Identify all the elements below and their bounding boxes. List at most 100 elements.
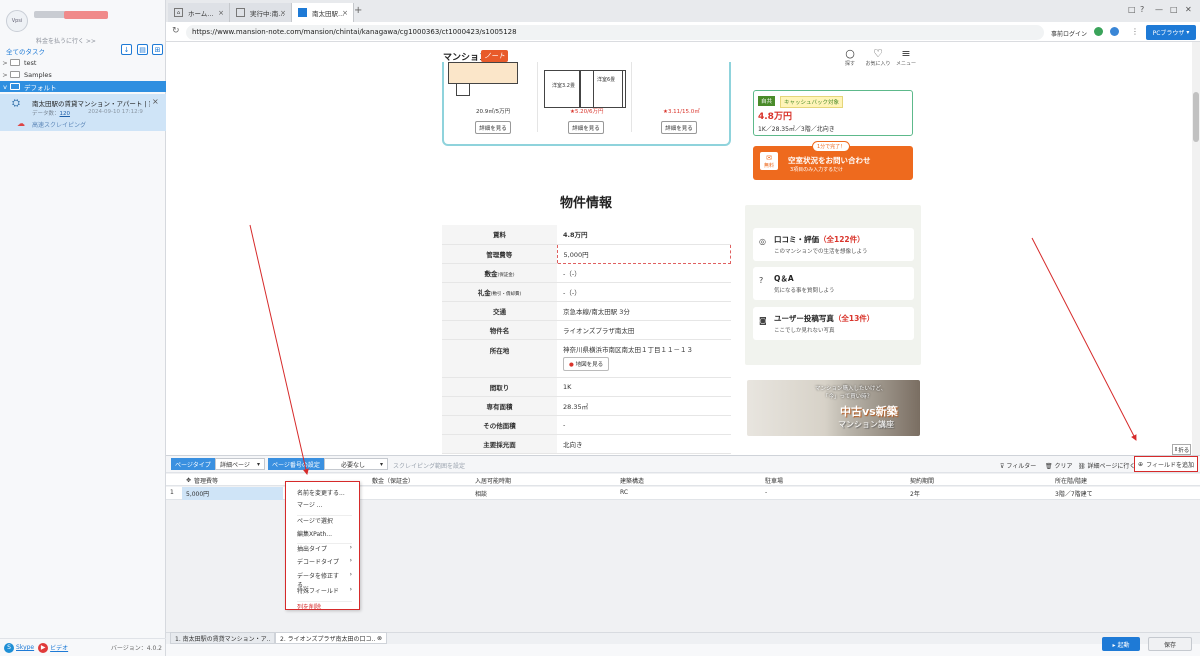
context-menu-item[interactable]: 編集XPath...	[297, 529, 352, 538]
tab-home[interactable]: ⌂ ホーム... ×	[168, 3, 230, 22]
save-button[interactable]: 保存	[1148, 637, 1192, 651]
grid-cell[interactable]: 2年	[910, 489, 920, 498]
status-bar	[166, 644, 1200, 656]
account-redacted	[64, 11, 108, 19]
scroll-thumb[interactable]	[1193, 92, 1199, 142]
info-icon[interactable]	[1110, 27, 1119, 36]
close-icon[interactable]: ×	[342, 9, 348, 17]
video-icon[interactable]: ▶	[38, 642, 49, 653]
run-button[interactable]: ▸ 起動	[1102, 637, 1140, 651]
move-icon: ✥	[186, 476, 192, 484]
pin-icon: ●	[569, 361, 574, 368]
column-header[interactable]: 駐車場	[765, 474, 783, 486]
skype-link[interactable]: Skype	[16, 644, 34, 651]
context-menu-item[interactable]: デコードタイプ ›	[297, 557, 352, 566]
pc-browser-button[interactable]: PCブラウザ ▾	[1146, 25, 1196, 40]
page-number-select[interactable]: 必要なし ▾	[324, 458, 388, 470]
context-menu-item[interactable]: 抽出タイプ ›	[297, 543, 352, 553]
folder-default[interactable]: v デフォルト	[0, 81, 166, 92]
plan-detail-button[interactable]: 詳細を見る	[661, 121, 697, 134]
fold-button[interactable]: ⇕ 折る	[1172, 444, 1191, 455]
grid-cell[interactable]: 3階／7階建て	[1055, 489, 1093, 498]
reviews-sub: このマンションでの生活を想像しよう	[774, 249, 868, 255]
context-menu-item[interactable]: マージ ...	[297, 500, 352, 509]
help-icon[interactable]: ?	[1140, 5, 1144, 14]
table-row: 主要採光面 北向き	[442, 434, 731, 454]
tab-active-page[interactable]: 南太田駅... ×	[292, 3, 354, 22]
page-icon	[298, 8, 307, 17]
column-header[interactable]: 敷金（保証金）	[372, 474, 414, 486]
link-icon: ⛓	[1078, 463, 1086, 470]
chevron-right-icon: ›	[349, 557, 352, 564]
minimize-icon[interactable]: —	[1155, 5, 1163, 14]
video-link[interactable]: ビデオ	[50, 643, 68, 652]
close-icon: ⊗	[376, 634, 382, 642]
column-header[interactable]: ✥ 管理費等	[186, 474, 218, 486]
menu-nav[interactable]: ≡ メニュー	[891, 47, 921, 67]
window-menu-icon[interactable]: □	[1128, 5, 1136, 14]
plan-detail-button[interactable]: 詳細を見る	[475, 121, 511, 134]
pricing-link[interactable]: 料金を払うに行く >>	[36, 36, 96, 45]
user-avatar[interactable]: Vpsi	[6, 10, 28, 32]
bottom-tab-1[interactable]: 1. 南太田駅の賃貸マンション・ア...	[170, 632, 275, 644]
camera-icon: ◙	[759, 316, 767, 325]
column-header[interactable]: 建築構造	[620, 474, 644, 486]
new-task-icon[interactable]: ▤	[137, 44, 148, 55]
close-icon[interactable]: ×	[280, 9, 286, 17]
extension-icon[interactable]	[1094, 27, 1103, 36]
tab-running[interactable]: 実行中:南... ×	[230, 3, 292, 22]
grid-cell[interactable]: 相談	[475, 489, 487, 498]
folder-icon	[10, 71, 20, 78]
page-type-select[interactable]: 詳細ページ ▾	[215, 458, 265, 470]
close-icon[interactable]: ×	[152, 97, 159, 106]
add-field-button[interactable]: ⊕ フィールドを追加	[1134, 456, 1198, 472]
task-cloud-label[interactable]: 高速スクレイピング	[32, 120, 86, 129]
search-nav[interactable]: ○ 探す	[835, 47, 865, 67]
row-index: 1	[170, 489, 174, 496]
folder-icon	[10, 59, 20, 66]
close-icon[interactable]: ×	[218, 9, 224, 17]
skype-icon[interactable]: S	[4, 642, 14, 653]
column-header[interactable]: 所在階/階建	[1055, 474, 1087, 486]
all-tasks-label[interactable]: 全てのタスク	[6, 46, 45, 56]
context-menu-item[interactable]: 列を削除	[297, 601, 352, 611]
column-header[interactable]: 契約期間	[910, 474, 934, 486]
pre-login-button[interactable]: 事前ログイン	[1051, 29, 1087, 38]
column-header[interactable]: 入居可能時期	[475, 474, 511, 486]
grid-cell-selected[interactable]: 5,000円	[182, 487, 283, 500]
filter-button[interactable]: ⊽ フィルター	[1000, 461, 1036, 470]
photos-sub: ここでしか見れない写真	[774, 328, 835, 334]
close-window-icon[interactable]: ✕	[1185, 5, 1192, 14]
clear-button[interactable]: 🗑 クリア	[1045, 461, 1073, 470]
folder-samples[interactable]: > Samples	[0, 69, 166, 80]
new-tab-button[interactable]: +	[354, 5, 362, 16]
more-icon[interactable]: ⋮	[1131, 27, 1139, 36]
table-row: 所在地 神奈川県横浜市南区南太田１丁目１１－１３ ● 地図を見る	[442, 339, 731, 378]
task-data-count: データ数：120	[32, 111, 71, 117]
maximize-icon[interactable]: □	[1170, 5, 1178, 14]
folder-test[interactable]: > test	[0, 57, 166, 68]
detail-page-button[interactable]: ⛓ 詳細ページに行く	[1078, 461, 1135, 470]
url-input[interactable]: https://www.mansion-note.com/mansion/chi…	[186, 25, 1044, 40]
grid-cell[interactable]: -	[765, 489, 767, 496]
context-menu-item[interactable]: 特殊フィールド ›	[297, 586, 352, 595]
map-button[interactable]: ● 地図を見る	[563, 356, 610, 371]
task-title[interactable]: 南太田駅の賃貸マンション・アパート | 家...	[32, 98, 150, 108]
scrape-range-link[interactable]: スクレイピング範囲を設定	[393, 461, 465, 470]
context-menu-item[interactable]: 名前を変更する...	[297, 488, 352, 497]
context-menu-item[interactable]: ページで選択	[297, 515, 352, 525]
grid-cell[interactable]: RC	[620, 489, 628, 496]
filter-icon: ⊽	[1000, 463, 1005, 470]
sidebar-footer: S Skype ▶ ビデオ バージョン：4.0.2	[0, 638, 166, 656]
table-row: 物件名 ライオンズプラザ南太田	[442, 320, 731, 340]
rent-badge: 自共	[758, 96, 776, 106]
cta-label: 空室状況をお問い合わせ	[788, 156, 871, 165]
bottom-tab-2[interactable]: 2. ライオンズプラザ南太田の口コ... ⊗	[275, 632, 387, 644]
new-folder-icon[interactable]: ⊞	[152, 44, 163, 55]
reload-icon[interactable]: ↻	[172, 26, 180, 36]
favorite-nav[interactable]: ♡ お気に入り	[863, 47, 893, 67]
trash-icon: 🗑	[1045, 463, 1053, 470]
plan-detail-button[interactable]: 詳細を見る	[568, 121, 604, 134]
download-icon[interactable]: ↓	[121, 44, 132, 55]
search-icon: ○	[845, 47, 855, 60]
